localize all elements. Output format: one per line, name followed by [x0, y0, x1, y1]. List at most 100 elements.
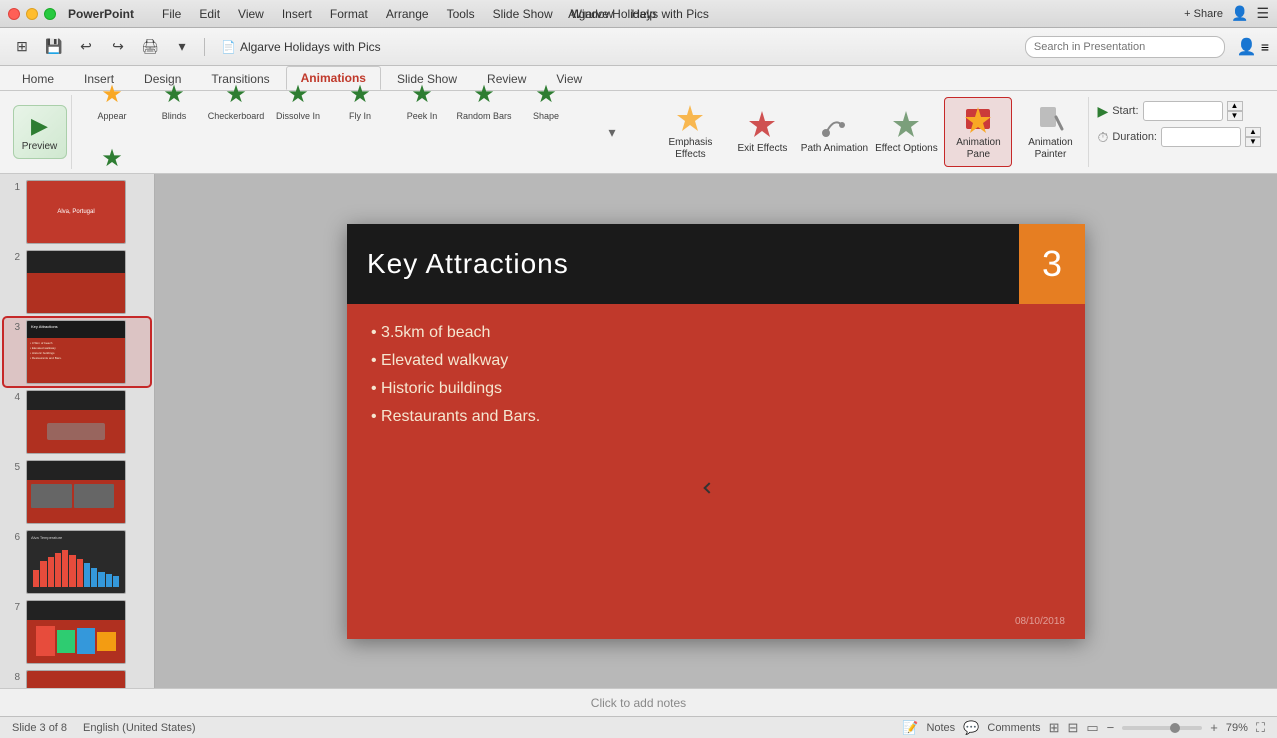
- dissolvein-icon: ★: [287, 80, 309, 109]
- print-button[interactable]: 🖨: [136, 35, 164, 59]
- file-name: Algarve Holidays with Pics: [240, 40, 381, 54]
- save-button[interactable]: 💾: [40, 35, 68, 59]
- search-input[interactable]: [1025, 36, 1225, 58]
- duration-stepper: ▲ ▼: [1245, 127, 1261, 147]
- exit-effects-panel[interactable]: Exit Effects: [728, 97, 796, 167]
- comments-label[interactable]: Comments: [987, 722, 1040, 734]
- duration-input[interactable]: [1161, 127, 1241, 147]
- anim-flyin[interactable]: ★ Fly In: [330, 69, 390, 131]
- normal-view-icon[interactable]: ⊞: [1049, 720, 1060, 736]
- account-icon[interactable]: 👤: [1231, 5, 1248, 22]
- path-animation-panel[interactable]: Path Animation: [800, 97, 868, 167]
- blinds-icon: ★: [163, 80, 185, 109]
- notes-bar[interactable]: Click to add notes: [0, 688, 1277, 716]
- zoom-thumb[interactable]: [1170, 723, 1180, 733]
- slide-img-3: Key Attractions • 3.5km of beach • Eleva…: [26, 320, 126, 384]
- slide-number-box: 3: [1019, 224, 1085, 304]
- anim-shape[interactable]: ★ Shape: [516, 69, 576, 131]
- slide-num-3: 3: [8, 322, 20, 333]
- grid-view-icon[interactable]: ⊟: [1067, 720, 1078, 736]
- anim-blinds[interactable]: ★ Blinds: [144, 69, 204, 131]
- menu-edit[interactable]: Edit: [191, 5, 228, 23]
- titlebar-right: + Share 👤 ☰: [1184, 5, 1269, 22]
- menu-format[interactable]: Format: [322, 5, 376, 23]
- slide-num-7: 7: [8, 602, 20, 613]
- slide-img-7: [26, 600, 126, 664]
- start-down[interactable]: ▼: [1227, 111, 1243, 121]
- menu-arrange[interactable]: Arrange: [378, 5, 437, 23]
- duration-label: Duration:: [1112, 131, 1157, 143]
- slide-thumb-8[interactable]: 8: [4, 668, 150, 688]
- exit-label: Exit Effects: [738, 143, 788, 155]
- slide-canvas[interactable]: Key Attractions 3 • 3.5km of beach • Ele…: [347, 224, 1085, 639]
- anim-appear[interactable]: ★ Appear: [82, 69, 142, 131]
- notifications-icon[interactable]: ≡: [1261, 39, 1269, 55]
- animation-painter-icon: [1034, 103, 1066, 135]
- clock-icon: ⏱: [1097, 129, 1108, 146]
- zoom-in-icon[interactable]: +: [1210, 720, 1218, 735]
- shape-icon: ★: [535, 80, 557, 109]
- animation-scroll-button[interactable]: ▾: [602, 101, 622, 163]
- slide-num-5: 5: [8, 462, 20, 473]
- start-label: Start:: [1112, 105, 1138, 117]
- language-info: English (United States): [83, 722, 196, 734]
- preview-button[interactable]: ▶ Preview: [13, 105, 67, 159]
- anim-dissolvein[interactable]: ★ Dissolve In: [268, 69, 328, 131]
- slide-img-8: [26, 670, 126, 688]
- share-button[interactable]: + Share: [1184, 8, 1223, 20]
- fit-slide-icon[interactable]: ⛶: [1256, 720, 1265, 736]
- anim-checkerboard[interactable]: ★ Checkerboard: [206, 69, 266, 131]
- blinds-label: Blinds: [162, 111, 187, 121]
- start-duration-panel: ▶ Start: ▲ ▼ ⏱ Duration: ▲ ▼: [1088, 97, 1269, 167]
- duration-up[interactable]: ▲: [1245, 127, 1261, 137]
- slide-panel[interactable]: 1 Alva, Portugal 2: [0, 174, 155, 688]
- maximize-button[interactable]: [44, 8, 56, 20]
- presenter-view-icon[interactable]: ▭: [1086, 720, 1098, 736]
- slide-thumb-1[interactable]: 1 Alva, Portugal: [4, 178, 150, 246]
- comments-toggle[interactable]: 💬: [963, 720, 979, 736]
- tab-home[interactable]: Home: [8, 68, 68, 90]
- slide-thumb-5[interactable]: 5: [4, 458, 150, 526]
- slide-body: • 3.5km of beach • Elevated walkway • Hi…: [347, 304, 1085, 639]
- main-area: 1 Alva, Portugal 2: [0, 174, 1277, 688]
- more-button[interactable]: ▾: [168, 35, 196, 59]
- menu-view[interactable]: View: [230, 5, 272, 23]
- undo-button[interactable]: ↩: [72, 35, 100, 59]
- duration-down[interactable]: ▼: [1245, 137, 1261, 147]
- animation-pane-panel[interactable]: Animation Pane: [944, 97, 1012, 167]
- anim-peekin[interactable]: ★ Peek In: [392, 69, 452, 131]
- animation-painter-panel[interactable]: Animation Painter: [1016, 97, 1084, 167]
- menu-slideshow[interactable]: Slide Show: [485, 5, 561, 23]
- emphasis-label: Emphasis Effects: [656, 137, 724, 161]
- menu-insert[interactable]: Insert: [274, 5, 320, 23]
- minimize-button[interactable]: [26, 8, 38, 20]
- start-up[interactable]: ▲: [1227, 101, 1243, 111]
- slide-thumb-3[interactable]: 3 Key Attractions • 3.5km of beach • Ele…: [4, 318, 150, 386]
- ribbon-right-panels: Emphasis Effects Exit Effects Path Anima…: [656, 97, 1269, 167]
- slide-thumb-7[interactable]: 7: [4, 598, 150, 666]
- zoom-level: 79%: [1226, 722, 1248, 734]
- redo-button[interactable]: ↪: [104, 35, 132, 59]
- menu-file[interactable]: File: [154, 5, 189, 23]
- notes-label[interactable]: Notes: [926, 722, 955, 734]
- slide-thumb-6[interactable]: 6 Alva Temperature: [4, 528, 150, 596]
- close-button[interactable]: [8, 8, 20, 20]
- slide-thumb-2[interactable]: 2: [4, 248, 150, 316]
- emphasis-effects-panel[interactable]: Emphasis Effects: [656, 97, 724, 167]
- search-area: [1025, 36, 1225, 58]
- exit-effects-icon: [746, 109, 778, 141]
- sidebar-toggle-button[interactable]: ⊞: [8, 35, 36, 59]
- effect-options-panel[interactable]: Effect Options: [872, 97, 940, 167]
- notes-toggle[interactable]: 📝: [902, 720, 918, 736]
- sidebar-toggle-icon[interactable]: ☰: [1256, 5, 1269, 22]
- path-animation-icon: [818, 109, 850, 141]
- file-icon: 📄: [221, 40, 236, 54]
- bullet-4: • Restaurants and Bars.: [371, 408, 1061, 426]
- zoom-out-icon[interactable]: −: [1107, 720, 1115, 735]
- start-input[interactable]: [1143, 101, 1223, 121]
- zoom-slider[interactable]: [1122, 726, 1202, 730]
- menu-tools[interactable]: Tools: [439, 5, 483, 23]
- account-icon-toolbar[interactable]: 👤: [1237, 37, 1257, 57]
- slide-thumb-4[interactable]: 4: [4, 388, 150, 456]
- anim-randombars[interactable]: ★ Random Bars: [454, 69, 514, 131]
